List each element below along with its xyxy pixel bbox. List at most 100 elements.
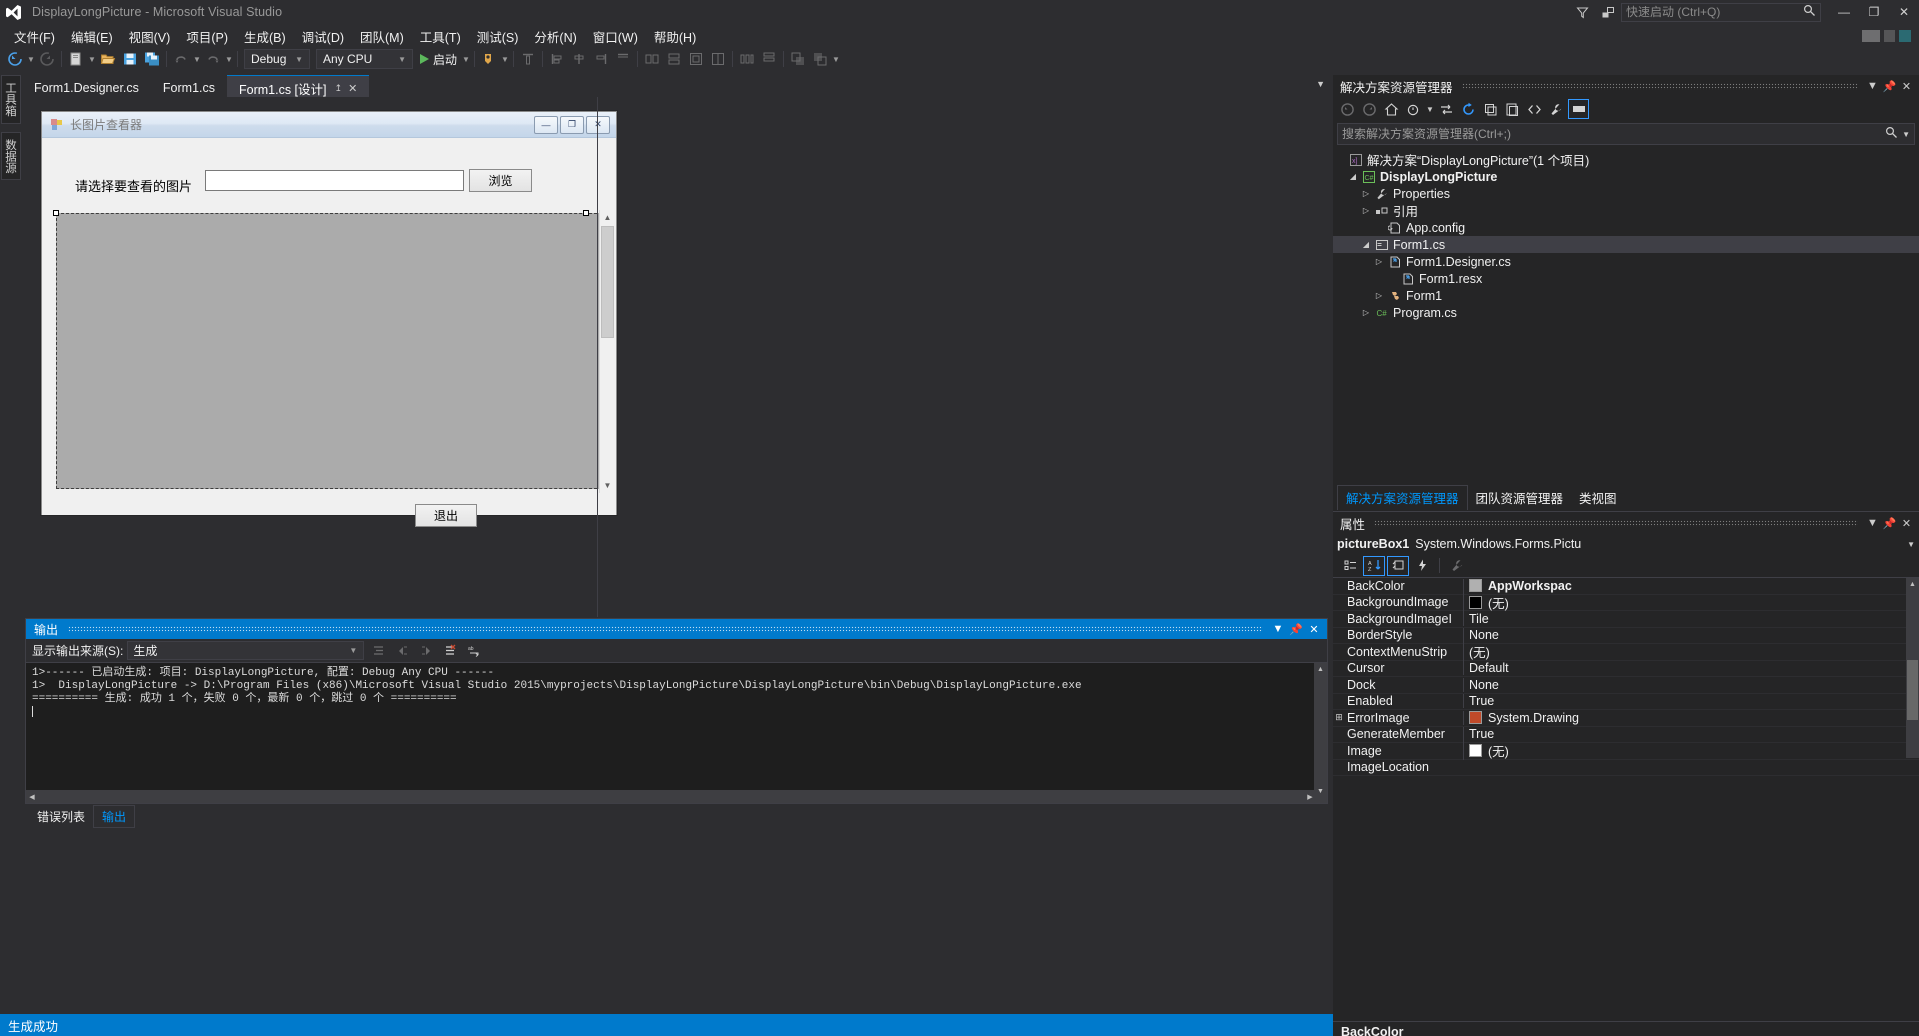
- output-word-wrap-icon[interactable]: ab: [464, 641, 484, 661]
- close-icon[interactable]: ✕: [1305, 623, 1323, 636]
- home-icon[interactable]: [1381, 99, 1402, 119]
- twisty-icon[interactable]: ▷: [1372, 257, 1386, 266]
- twisty-icon[interactable]: ◢: [1346, 172, 1360, 181]
- tree-item-project[interactable]: ◢ C# DisplayLongPicture: [1333, 168, 1919, 185]
- designer-vertical-splitter[interactable]: [597, 97, 598, 617]
- scroll-up-arrow-icon[interactable]: ▲: [1906, 578, 1919, 590]
- property-row[interactable]: Image (无): [1333, 741, 1919, 761]
- quick-launch-box[interactable]: [1621, 2, 1821, 22]
- bottom-tab-output[interactable]: 输出: [93, 804, 136, 828]
- property-value[interactable]: (无): [1463, 741, 1919, 761]
- pin-icon[interactable]: ↥: [335, 83, 343, 94]
- tree-item-form1-designer-cs[interactable]: ▷ Form1.Designer.cs: [1333, 253, 1919, 270]
- dock-tab-team-explorer[interactable]: 团队资源管理器: [1468, 486, 1572, 510]
- menu-edit[interactable]: 编辑(E): [63, 24, 121, 49]
- tree-item-program-cs[interactable]: ▷ C# Program.cs: [1333, 304, 1919, 321]
- solution-configuration-combo[interactable]: Debug ▼: [244, 49, 310, 69]
- close-icon[interactable]: ✕: [348, 82, 357, 95]
- property-row[interactable]: BackgroundImageI Tile: [1333, 611, 1919, 628]
- debug-target-caret-icon[interactable]: ▼: [500, 48, 510, 70]
- scroll-down-arrow-icon[interactable]: ▼: [600, 478, 615, 493]
- properties-wrench-icon[interactable]: [1546, 99, 1567, 119]
- property-value[interactable]: System.Drawing: [1463, 710, 1919, 725]
- property-row[interactable]: Dock None: [1333, 677, 1919, 694]
- menu-file[interactable]: 文件(F): [6, 24, 63, 49]
- property-row[interactable]: ImageLocation: [1333, 760, 1919, 776]
- save-all-icon[interactable]: [141, 48, 163, 70]
- new-project-caret-icon[interactable]: ▼: [87, 48, 97, 70]
- collapse-all-icon[interactable]: [1480, 99, 1501, 119]
- menu-test[interactable]: 测试(S): [469, 24, 527, 49]
- open-file-icon[interactable]: [97, 48, 119, 70]
- scroll-up-arrow-icon[interactable]: ▲: [1314, 663, 1327, 675]
- tree-item-properties[interactable]: ▷ Properties: [1333, 185, 1919, 202]
- output-vertical-scrollbar[interactable]: ▲ ▼: [1314, 663, 1327, 803]
- property-value[interactable]: None: [1463, 677, 1919, 692]
- exit-button[interactable]: 退出: [415, 504, 477, 527]
- tree-item-solution[interactable]: x] 解决方案“DisplayLongPicture”(1 个项目): [1333, 151, 1919, 168]
- close-icon[interactable]: ✕: [1898, 517, 1915, 530]
- menu-window[interactable]: 窗口(W): [585, 24, 646, 49]
- sync-with-active-document-icon[interactable]: [1436, 99, 1457, 119]
- twisty-icon[interactable]: ▷: [1359, 308, 1373, 317]
- property-value[interactable]: Default: [1463, 661, 1919, 676]
- property-value[interactable]: True: [1463, 727, 1919, 742]
- events-view-icon[interactable]: [1411, 556, 1433, 576]
- refresh-icon[interactable]: [1458, 99, 1479, 119]
- tree-item-references[interactable]: ▷ 引用: [1333, 202, 1919, 219]
- tab-form1-designer-cs[interactable]: Form1.Designer.cs: [22, 75, 151, 97]
- pin-icon[interactable]: 📌: [1287, 623, 1305, 636]
- debug-target-icon[interactable]: [478, 48, 500, 70]
- output-source-combo[interactable]: 生成 ▼: [127, 641, 365, 660]
- view-code-icon[interactable]: [1524, 99, 1545, 119]
- output-clear-all-icon[interactable]: [440, 641, 460, 661]
- designed-form[interactable]: 长图片查看器 — ❐ ✕ 请选择要查看的图片 浏览 ▲ ▼: [41, 111, 617, 527]
- document-tab-overflow-icon[interactable]: ▼: [1316, 79, 1325, 89]
- selection-handle-top-left[interactable]: [53, 210, 59, 216]
- property-row[interactable]: Cursor Default: [1333, 661, 1919, 677]
- menu-project[interactable]: 项目(P): [178, 24, 236, 49]
- property-expander-icon[interactable]: ⊞: [1333, 712, 1345, 723]
- selection-handle-top-right[interactable]: [583, 210, 589, 216]
- chevron-down-icon[interactable]: ▼: [1269, 623, 1287, 635]
- property-value[interactable]: (无): [1463, 592, 1919, 612]
- restore-button[interactable]: ❐: [1859, 0, 1889, 24]
- form-minimize-button[interactable]: —: [534, 115, 558, 134]
- property-value[interactable]: AppWorkspac: [1463, 578, 1919, 593]
- vertical-tab-data-sources[interactable]: 数据源: [1, 131, 21, 180]
- start-debug-button[interactable]: 启动: [416, 48, 461, 70]
- tree-item-form1-class[interactable]: ▷ Form1: [1333, 287, 1919, 304]
- form-client-area[interactable]: 请选择要查看的图片 浏览 ▲ ▼ 退出: [42, 138, 616, 527]
- tree-item-app-config[interactable]: App.config: [1333, 219, 1919, 236]
- drag-handle[interactable]: [1461, 82, 1858, 90]
- show-all-files-icon[interactable]: [1502, 99, 1523, 119]
- feedback-funnel-icon[interactable]: [1569, 0, 1595, 24]
- properties-grid[interactable]: BackColor AppWorkspac BackgroundImage (无…: [1333, 578, 1919, 776]
- property-row[interactable]: ContextMenuStrip (无): [1333, 642, 1919, 662]
- property-row[interactable]: ⊞ ErrorImage System.Drawing: [1333, 710, 1919, 727]
- form-maximize-button[interactable]: ❐: [560, 115, 584, 134]
- scrollbar-thumb[interactable]: [601, 226, 614, 338]
- quick-launch-input[interactable]: [1626, 5, 1803, 19]
- windows-forms-designer-surface[interactable]: 长图片查看器 — ❐ ✕ 请选择要查看的图片 浏览 ▲ ▼: [22, 97, 1329, 617]
- close-icon[interactable]: ✕: [1898, 80, 1915, 93]
- chevron-down-icon[interactable]: ▼: [1903, 540, 1915, 549]
- browse-button[interactable]: 浏览: [469, 169, 532, 192]
- properties-vertical-scrollbar[interactable]: ▲: [1906, 578, 1919, 758]
- toolbar-overflow-icon[interactable]: ▼: [831, 48, 841, 70]
- menu-view[interactable]: 视图(V): [121, 24, 179, 49]
- property-value[interactable]: (无): [1463, 642, 1919, 662]
- properties-object-selector[interactable]: pictureBox1 System.Windows.Forms.Pictu ▼: [1333, 534, 1919, 554]
- menu-help[interactable]: 帮助(H): [646, 24, 704, 49]
- twisty-icon[interactable]: ▷: [1359, 189, 1373, 198]
- search-options-chevron-icon[interactable]: ▼: [1898, 130, 1910, 139]
- tree-item-form1-resx[interactable]: Form1.resx: [1333, 270, 1919, 287]
- tree-item-form1-cs[interactable]: ◢ Form1.cs: [1333, 236, 1919, 253]
- solution-explorer-tree[interactable]: x] 解决方案“DisplayLongPicture”(1 个项目) ◢ C# …: [1333, 149, 1919, 321]
- picture-scrollbar[interactable]: ▲ ▼: [599, 210, 615, 493]
- solution-platform-combo[interactable]: Any CPU ▼: [316, 49, 413, 69]
- twisty-icon[interactable]: ▷: [1359, 206, 1373, 215]
- navigate-backward-caret-icon[interactable]: ▼: [26, 48, 36, 70]
- pin-icon[interactable]: 📌: [1881, 80, 1898, 93]
- menu-debug[interactable]: 调试(D): [294, 24, 352, 49]
